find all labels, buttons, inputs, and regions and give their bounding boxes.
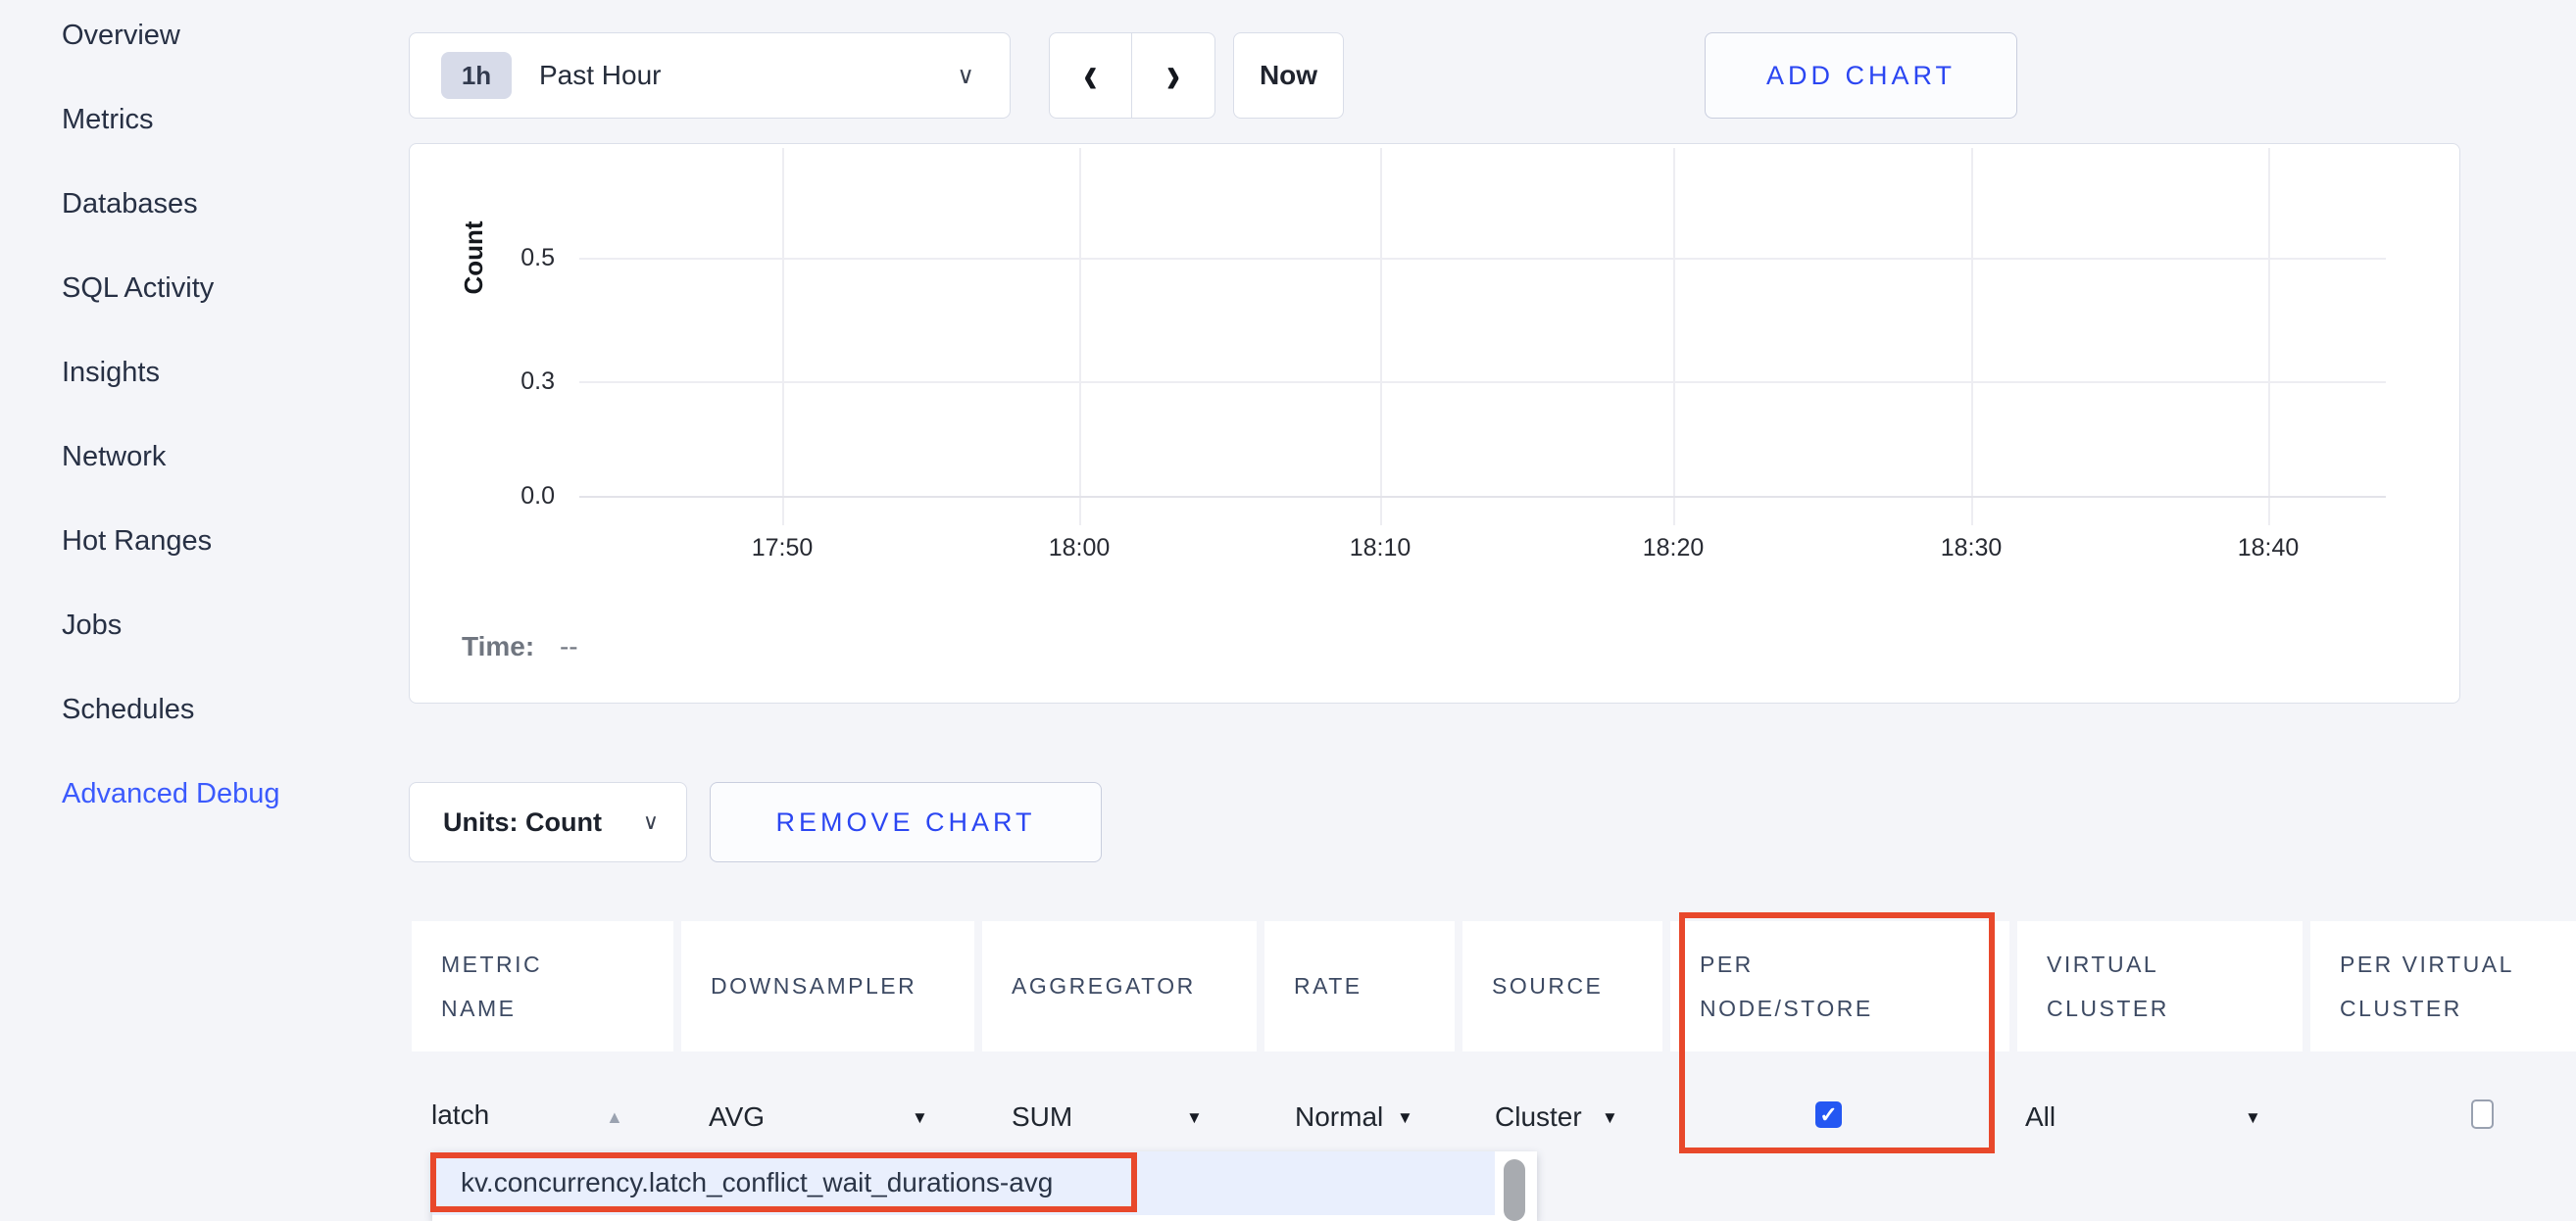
hover-time-readout: Time: -- xyxy=(462,631,578,662)
caret-down-icon[interactable]: ▼ xyxy=(1602,1104,1618,1132)
advanced-debug-custom-chart-page: Overview Metrics Databases SQL Activity … xyxy=(0,0,2576,1221)
chevron-down-icon: ∨ xyxy=(643,809,659,835)
time-caption: Time: xyxy=(462,631,534,661)
column-header-aggregator: AGGREGATOR xyxy=(982,921,1257,1051)
y-axis-tick: 0.5 xyxy=(467,244,555,271)
sidebar-item-insights[interactable]: Insights xyxy=(62,353,392,392)
sidebar-nav: Overview Metrics Databases SQL Activity … xyxy=(0,0,392,1221)
time-step-button-group: ‹ › xyxy=(1049,32,1215,119)
chevron-right-icon: › xyxy=(1166,39,1181,113)
caret-down-icon[interactable]: ▼ xyxy=(912,1104,928,1132)
x-axis-tick: 18:20 xyxy=(1614,534,1732,562)
dropdown-scrollbar-thumb[interactable] xyxy=(1504,1159,1525,1221)
x-axis-tick: 17:50 xyxy=(723,534,841,562)
column-header-text: PER NODE/STORE xyxy=(1700,943,1886,1031)
sidebar-item-jobs[interactable]: Jobs xyxy=(62,606,392,645)
rate-select[interactable]: Normal xyxy=(1295,1099,1383,1135)
sidebar-item-sql-activity[interactable]: SQL Activity xyxy=(62,269,392,308)
next-suggestion-item-partial[interactable] xyxy=(432,1215,1495,1221)
add-chart-button[interactable]: ADD CHART xyxy=(1705,32,2017,119)
column-header-text: VIRTUAL CLUSTER xyxy=(2047,943,2194,1031)
axis-baseline xyxy=(579,496,2386,498)
caret-down-icon[interactable]: ▼ xyxy=(1186,1104,1203,1132)
x-axis-tick: 18:30 xyxy=(1912,534,2030,562)
x-axis-tick: 18:10 xyxy=(1321,534,1439,562)
next-time-button[interactable]: › xyxy=(1132,32,1215,119)
sidebar-item-metrics[interactable]: Metrics xyxy=(62,100,392,139)
caret-up-icon: ▲ xyxy=(606,1103,623,1131)
units-dropdown[interactable]: Units: Count ∨ xyxy=(409,782,687,862)
metric-name-input[interactable] xyxy=(431,1094,578,1137)
column-header-text: AGGREGATOR xyxy=(1012,964,1196,1008)
column-header-text: METRIC NAME xyxy=(441,943,569,1031)
column-header-rate: RATE xyxy=(1264,921,1455,1051)
column-header-per-virtual-cluster: PER VIRTUAL CLUSTER xyxy=(2310,921,2576,1051)
column-header-text: SOURCE xyxy=(1492,964,1603,1008)
gridline-vertical xyxy=(782,148,784,525)
sidebar-item-network[interactable]: Network xyxy=(62,437,392,476)
time-range-label: Past Hour xyxy=(539,60,662,91)
sidebar-item-schedules[interactable]: Schedules xyxy=(62,690,392,729)
chevron-left-icon: ‹ xyxy=(1083,39,1098,113)
time-range-badge: 1h xyxy=(441,52,512,99)
column-header-downsampler: DOWNSAMPLER xyxy=(681,921,974,1051)
column-header-source: SOURCE xyxy=(1462,921,1662,1051)
virtual-cluster-select[interactable]: All xyxy=(2025,1099,2056,1135)
gridline-vertical xyxy=(1971,148,1973,525)
metric-suggestions-dropdown: kv.concurrency.latch_conflict_wait_durat… xyxy=(432,1151,1537,1221)
gridline-vertical xyxy=(2268,148,2270,525)
aggregator-select[interactable]: SUM xyxy=(1012,1099,1072,1135)
remove-chart-button[interactable]: REMOVE CHART xyxy=(710,782,1102,862)
chevron-down-icon: ∨ xyxy=(957,62,974,90)
custom-chart-card[interactable]: Count 0.5 0.3 0.0 17:50 18:00 18:10 18:2… xyxy=(409,143,2460,704)
time-value: -- xyxy=(560,631,578,661)
caret-down-icon[interactable]: ▼ xyxy=(2245,1104,2261,1132)
column-header-metric-name: METRIC NAME xyxy=(412,921,673,1051)
gridline-vertical xyxy=(1673,148,1675,525)
downsampler-select[interactable]: AVG xyxy=(709,1099,765,1135)
caret-down-icon[interactable]: ▼ xyxy=(1397,1104,1413,1132)
column-header-text: RATE xyxy=(1294,964,1362,1008)
suggestion-item[interactable]: kv.concurrency.latch_conflict_wait_durat… xyxy=(461,1167,1053,1198)
per-virtual-cluster-checkbox[interactable] xyxy=(2471,1099,2494,1129)
sidebar-item-advanced-debug[interactable]: Advanced Debug xyxy=(62,774,392,813)
column-header-per-node-store: PER NODE/STORE xyxy=(1670,921,2009,1051)
sidebar-item-databases[interactable]: Databases xyxy=(62,184,392,223)
sidebar-item-overview[interactable]: Overview xyxy=(62,16,392,55)
gridline-horizontal xyxy=(579,258,2386,260)
sidebar-item-hot-ranges[interactable]: Hot Ranges xyxy=(62,521,392,561)
column-header-text: DOWNSAMPLER xyxy=(711,964,916,1008)
column-header-text: PER VIRTUAL CLUSTER xyxy=(2340,943,2536,1031)
source-select[interactable]: Cluster xyxy=(1495,1099,1582,1135)
y-axis-tick: 0.0 xyxy=(467,482,555,510)
y-axis-tick: 0.3 xyxy=(467,367,555,395)
check-icon: ✓ xyxy=(1819,1102,1837,1128)
x-axis-tick: 18:40 xyxy=(2209,534,2327,562)
x-axis-tick: 18:00 xyxy=(1020,534,1138,562)
gridline-horizontal xyxy=(579,381,2386,383)
gridline-vertical xyxy=(1079,148,1081,525)
time-range-picker[interactable]: 1h Past Hour ∨ xyxy=(409,32,1011,119)
gridline-vertical xyxy=(1380,148,1382,525)
units-dropdown-label: Units: Count xyxy=(443,807,602,838)
per-node-store-checkbox[interactable]: ✓ xyxy=(1815,1101,1842,1128)
column-header-virtual-cluster: VIRTUAL CLUSTER xyxy=(2017,921,2303,1051)
previous-time-button[interactable]: ‹ xyxy=(1049,32,1132,119)
now-button[interactable]: Now xyxy=(1233,32,1344,119)
